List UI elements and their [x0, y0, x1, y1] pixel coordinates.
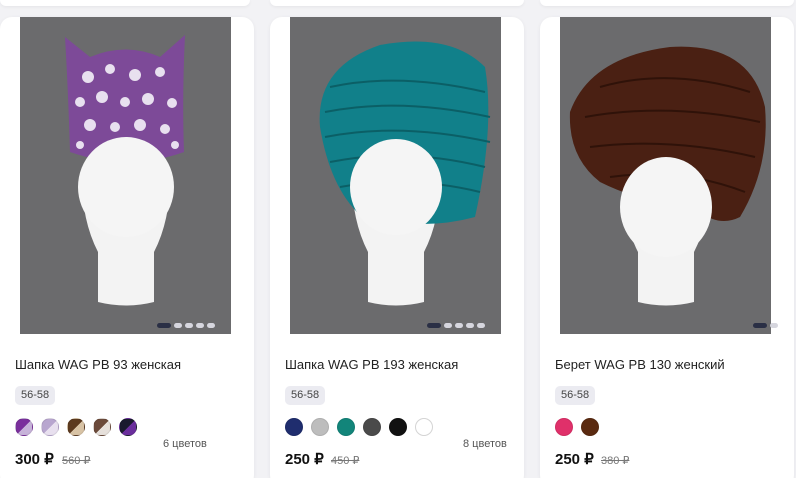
hat-photo	[290, 17, 501, 334]
pagination-dot[interactable]	[770, 323, 778, 328]
product-title[interactable]: Шапка WAG PB 193 женская	[285, 357, 458, 372]
product-card[interactable]: Шапка WAG PB 93 женская 56-58 6 цветов 3…	[0, 17, 254, 478]
pagination-dot[interactable]	[185, 323, 193, 328]
size-badge[interactable]: 56-58	[555, 386, 596, 405]
color-swatches	[285, 418, 433, 436]
product-image[interactable]	[20, 17, 231, 334]
color-swatch[interactable]	[93, 418, 111, 436]
product-card[interactable]: Шапка WAG PB 193 женская 56-58 8 цветов …	[270, 17, 524, 478]
color-swatches	[555, 418, 599, 436]
image-pagination	[157, 323, 215, 329]
pagination-dot[interactable]	[207, 323, 215, 328]
color-swatch[interactable]	[337, 418, 355, 436]
colors-count[interactable]: 6 цветов	[163, 438, 207, 450]
product-card[interactable]: Берет WAG PB 130 женский 56-58 250 ₽ 380…	[540, 17, 794, 478]
old-price: 380 ₽	[601, 455, 630, 467]
pagination-dot[interactable]	[427, 323, 441, 328]
color-swatch[interactable]	[311, 418, 329, 436]
pagination-dot[interactable]	[753, 323, 767, 328]
image-pagination	[753, 323, 778, 329]
hat-photo	[560, 17, 771, 334]
color-swatch[interactable]	[41, 418, 59, 436]
color-swatch[interactable]	[363, 418, 381, 436]
price: 250 ₽	[285, 451, 324, 468]
pagination-dot[interactable]	[196, 323, 204, 328]
color-swatch[interactable]	[581, 418, 599, 436]
hat-photo	[20, 17, 231, 334]
price: 300 ₽	[15, 451, 54, 468]
colors-count[interactable]: 8 цветов	[463, 438, 507, 450]
color-swatch[interactable]	[389, 418, 407, 436]
product-title[interactable]: Шапка WAG PB 93 женская	[15, 357, 181, 372]
color-swatch[interactable]	[555, 418, 573, 436]
color-swatch[interactable]	[67, 418, 85, 436]
pagination-dot[interactable]	[444, 323, 452, 328]
color-swatch[interactable]	[15, 418, 33, 436]
price: 250 ₽	[555, 451, 594, 468]
previous-card-edge	[0, 0, 250, 6]
product-image[interactable]	[290, 17, 501, 334]
previous-card-edge	[540, 0, 794, 6]
previous-card-edge	[270, 0, 524, 6]
color-swatch[interactable]	[119, 418, 137, 436]
color-swatch[interactable]	[285, 418, 303, 436]
pagination-dot[interactable]	[157, 323, 171, 328]
product-title[interactable]: Берет WAG PB 130 женский	[555, 357, 725, 372]
color-swatch[interactable]	[415, 418, 433, 436]
image-pagination	[427, 323, 485, 329]
size-badge[interactable]: 56-58	[285, 386, 326, 405]
pagination-dot[interactable]	[455, 323, 463, 328]
product-image[interactable]	[560, 17, 771, 334]
color-swatches	[15, 418, 137, 436]
old-price: 560 ₽	[62, 455, 91, 467]
old-price: 450 ₽	[331, 455, 360, 467]
pagination-dot[interactable]	[466, 323, 474, 328]
pagination-dot[interactable]	[174, 323, 182, 328]
pagination-dot[interactable]	[477, 323, 485, 328]
size-badge[interactable]: 56-58	[15, 386, 56, 405]
